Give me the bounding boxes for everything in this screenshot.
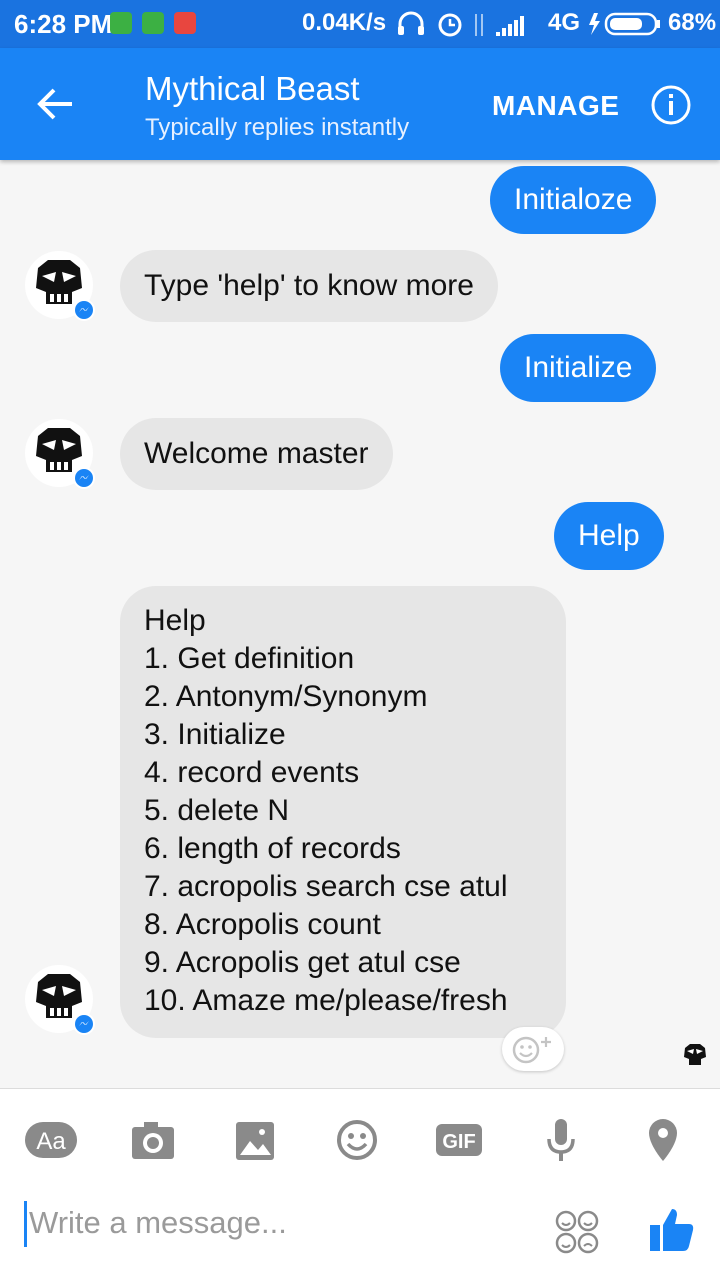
help-line: 5. delete N xyxy=(144,794,290,827)
outgoing-message[interactable]: Initialoze xyxy=(490,166,657,234)
message-text: Type 'help' to know more xyxy=(144,269,474,302)
gif-label: GIF xyxy=(442,1131,475,1153)
seen-avatar xyxy=(684,1044,706,1065)
incoming-message-help-list[interactable]: Help 1. Get definition 2. Antonym/Synony… xyxy=(120,586,566,1038)
message-text: Help xyxy=(578,519,640,552)
aa-label: Aa xyxy=(36,1128,66,1155)
conversation-subtitle: Typically replies instantly xyxy=(145,114,410,141)
message-text: Welcome master xyxy=(144,437,369,470)
manage-button[interactable]: MANAGE xyxy=(492,90,619,122)
text-format-icon[interactable]: Aa xyxy=(24,1113,78,1167)
message-input[interactable]: Write a message... xyxy=(24,1201,504,1247)
network-speed: 0.04K/s xyxy=(302,9,387,36)
conversation-title[interactable]: Mythical Beast xyxy=(145,70,360,108)
status-bar: 6:28 PM 0.04K/s 4G 68% xyxy=(0,0,720,48)
location-icon[interactable] xyxy=(636,1113,690,1167)
network-type: 4G xyxy=(548,9,581,36)
notification-android-icon xyxy=(110,12,132,34)
data-arrows-icon xyxy=(475,14,483,36)
status-icons xyxy=(398,11,524,37)
back-arrow-icon[interactable] xyxy=(28,76,84,132)
notification-music-icon xyxy=(174,12,196,34)
help-line: Help xyxy=(144,604,206,637)
gif-icon[interactable]: GIF xyxy=(432,1113,486,1167)
incoming-message[interactable]: Type 'help' to know more xyxy=(120,250,498,322)
battery-icon xyxy=(589,12,660,36)
help-line: 2. Antonym/Synonym xyxy=(144,680,428,713)
charging-icon xyxy=(589,13,600,35)
help-line: 3. Initialize xyxy=(144,718,286,751)
notification-sim-icon xyxy=(142,12,164,34)
thumbs-up-icon[interactable] xyxy=(648,1205,696,1253)
help-line: 4. record events xyxy=(144,756,360,789)
outgoing-message[interactable]: Help xyxy=(554,502,664,570)
help-line: 7. acropolis search cse atul xyxy=(144,870,508,903)
help-line: 8. Acropolis count xyxy=(144,908,381,941)
help-line: 1. Get definition xyxy=(144,642,355,675)
add-reaction-icon[interactable] xyxy=(502,1027,564,1071)
camera-icon[interactable] xyxy=(126,1113,180,1167)
message-text: Initialoze xyxy=(514,183,633,216)
help-line: 10. Amaze me/please/fresh xyxy=(144,984,508,1017)
bot-avatar[interactable] xyxy=(24,418,98,492)
incoming-message[interactable]: Welcome master xyxy=(120,418,393,490)
battery-percent: 68% xyxy=(668,9,717,36)
signal-icon xyxy=(496,16,524,36)
conversation-header: Mythical Beast Typically replies instant… xyxy=(0,48,720,160)
emoji-icon[interactable] xyxy=(330,1113,384,1167)
sticker-icon[interactable] xyxy=(554,1209,600,1255)
info-icon[interactable] xyxy=(650,84,692,126)
status-time: 6:28 PM xyxy=(14,9,113,39)
help-line: 9. Acropolis get atul cse xyxy=(144,946,461,979)
bot-avatar[interactable] xyxy=(24,250,98,324)
outgoing-message[interactable]: Initialize xyxy=(500,334,657,402)
composer: Aa GIF Write a message... xyxy=(0,1088,720,1280)
microphone-icon[interactable] xyxy=(534,1113,588,1167)
image-icon[interactable] xyxy=(228,1113,282,1167)
bot-avatar[interactable] xyxy=(24,964,98,1038)
help-line: 6. length of records xyxy=(144,832,401,865)
message-text: Initialize xyxy=(524,351,633,384)
